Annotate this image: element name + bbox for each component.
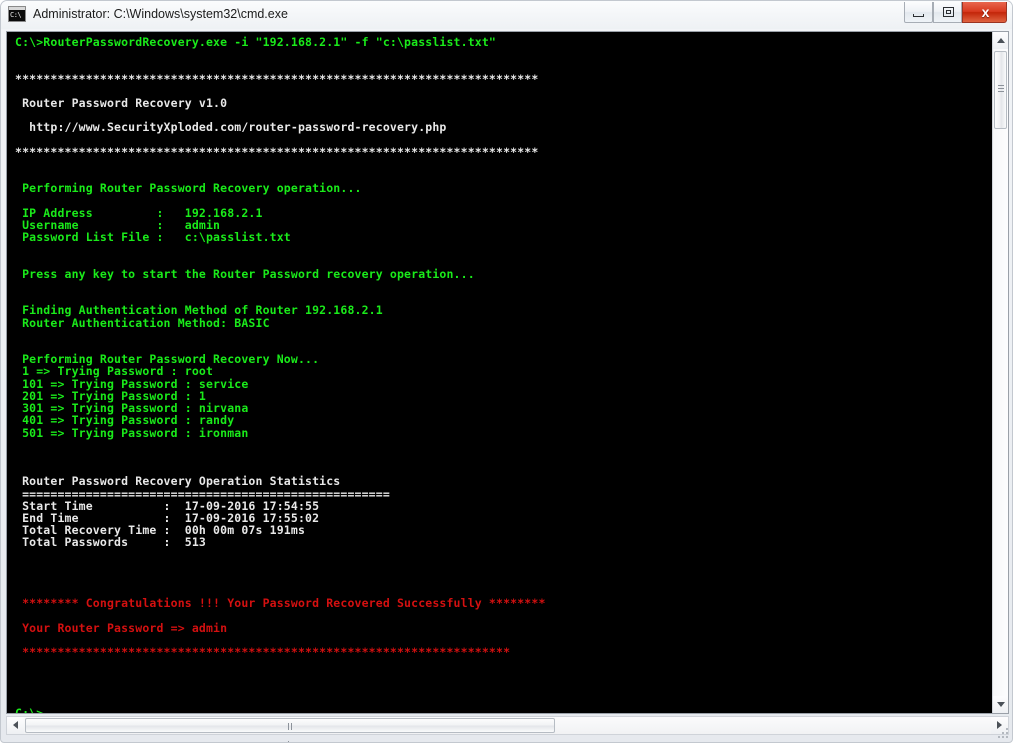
horizontal-scrollbar[interactable] <box>6 716 1009 742</box>
chevron-down-icon <box>997 702 1005 707</box>
chevron-up-icon <box>997 38 1005 43</box>
vertical-scrollbar-thumb[interactable] <box>994 51 1007 129</box>
scroll-up-button[interactable] <box>993 32 1008 49</box>
console-line: C:\>RouterPasswordRecovery.exe -i "192.1… <box>15 35 497 49</box>
close-button[interactable]: x <box>962 2 1007 23</box>
console-line: Your Router Password => admin <box>15 620 228 635</box>
console-line: ****************************************… <box>15 144 539 159</box>
horizontal-scrollbar-thumb[interactable] <box>25 718 555 742</box>
console-line: Performing Router Password Recovery oper… <box>15 181 362 196</box>
scroll-down-button[interactable] <box>993 696 1008 713</box>
console-line: C:\> <box>15 706 43 713</box>
console-line: http://www.SecurityXploded.com/router-pa… <box>15 120 447 135</box>
console-line: Router Password Recovery v1.0 <box>15 96 228 111</box>
scrollbar-grip-icon <box>998 85 1004 92</box>
console-line: ****************************************… <box>15 71 539 86</box>
restore-icon <box>943 7 954 17</box>
vertical-scrollbar[interactable] <box>992 32 1008 713</box>
console-line: Press any key to start the Router Passwo… <box>15 266 475 281</box>
console-line: ****************************************… <box>15 645 511 660</box>
maximize-restore-button[interactable] <box>933 2 962 23</box>
window-title: Administrator: C:\Windows\system32\cmd.e… <box>33 7 288 21</box>
minimize-icon <box>913 14 924 17</box>
console-text: C:\>RouterPasswordRecovery.exe -i "192.1… <box>15 36 546 713</box>
cmd-icon-prompt: C:\ <box>10 11 22 19</box>
console-line: Router Authentication Method: BASIC <box>15 315 270 330</box>
title-bar[interactable]: C:\ Administrator: C:\Windows\system32\c… <box>1 1 1012 29</box>
console-frame: C:\>RouterPasswordRecovery.exe -i "192.1… <box>6 31 1009 714</box>
console-line: 501 => Trying Password : ironman <box>15 425 249 440</box>
cmd-icon-titlebar <box>9 7 25 10</box>
close-icon: x <box>981 4 990 20</box>
resize-grip-icon[interactable] <box>998 728 1009 739</box>
console-line: Total Passwords : 513 <box>15 535 206 550</box>
scrollbar-grip-icon <box>288 723 295 742</box>
cmd-icon: C:\ <box>8 6 26 22</box>
console-output-area[interactable]: C:\>RouterPasswordRecovery.exe -i "192.1… <box>7 32 993 713</box>
chevron-left-icon <box>13 721 18 729</box>
console-line: Password List File : c:\passlist.txt <box>15 230 291 245</box>
minimize-button[interactable] <box>904 2 933 23</box>
console-line: ******** Congratulations !!! Your Passwo… <box>15 596 546 611</box>
scroll-left-button[interactable] <box>7 717 24 734</box>
cmd-window: C:\ Administrator: C:\Windows\system32\c… <box>0 0 1013 743</box>
